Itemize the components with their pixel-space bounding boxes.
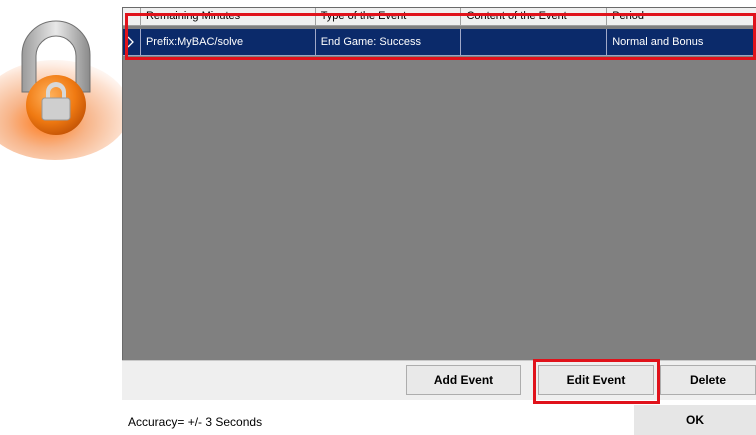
add-event-button[interactable]: Add Event [406, 365, 521, 395]
header-type-of-event[interactable]: Type of the Event [316, 8, 462, 25]
cell-type-of-event[interactable]: End Game: Success [316, 29, 462, 55]
cell-remaining-minutes[interactable]: Prefix:MyBAC/solve [141, 29, 316, 55]
chevron-right-icon [123, 33, 140, 51]
header-remaining-minutes[interactable]: Remaining Minutes [141, 8, 316, 25]
grid-header: Remaining Minutes Type of the Event Cont… [123, 8, 756, 26]
accuracy-label: Accuracy= +/- 3 Seconds [128, 415, 263, 429]
table-row[interactable]: Prefix:MyBAC/solve End Game: Success Nor… [123, 29, 756, 56]
edit-event-button[interactable]: Edit Event [538, 365, 654, 395]
event-toolbar: Add Event Edit Event Delete [122, 360, 756, 400]
events-grid[interactable]: Remaining Minutes Type of the Event Cont… [122, 7, 756, 360]
row-selector[interactable] [123, 29, 141, 55]
event-editor-window: Remaining Minutes Type of the Event Cont… [0, 0, 756, 435]
padlock-icon [0, 0, 130, 160]
header-selector-cell [123, 8, 141, 25]
header-period[interactable]: Period [607, 8, 756, 25]
header-content-of-event[interactable]: Content of the Event [461, 8, 608, 25]
cell-period[interactable]: Normal and Bonus [607, 29, 756, 55]
ok-button[interactable]: OK [634, 405, 756, 435]
delete-event-button[interactable]: Delete [660, 365, 756, 395]
cell-content-of-event[interactable] [461, 29, 608, 55]
